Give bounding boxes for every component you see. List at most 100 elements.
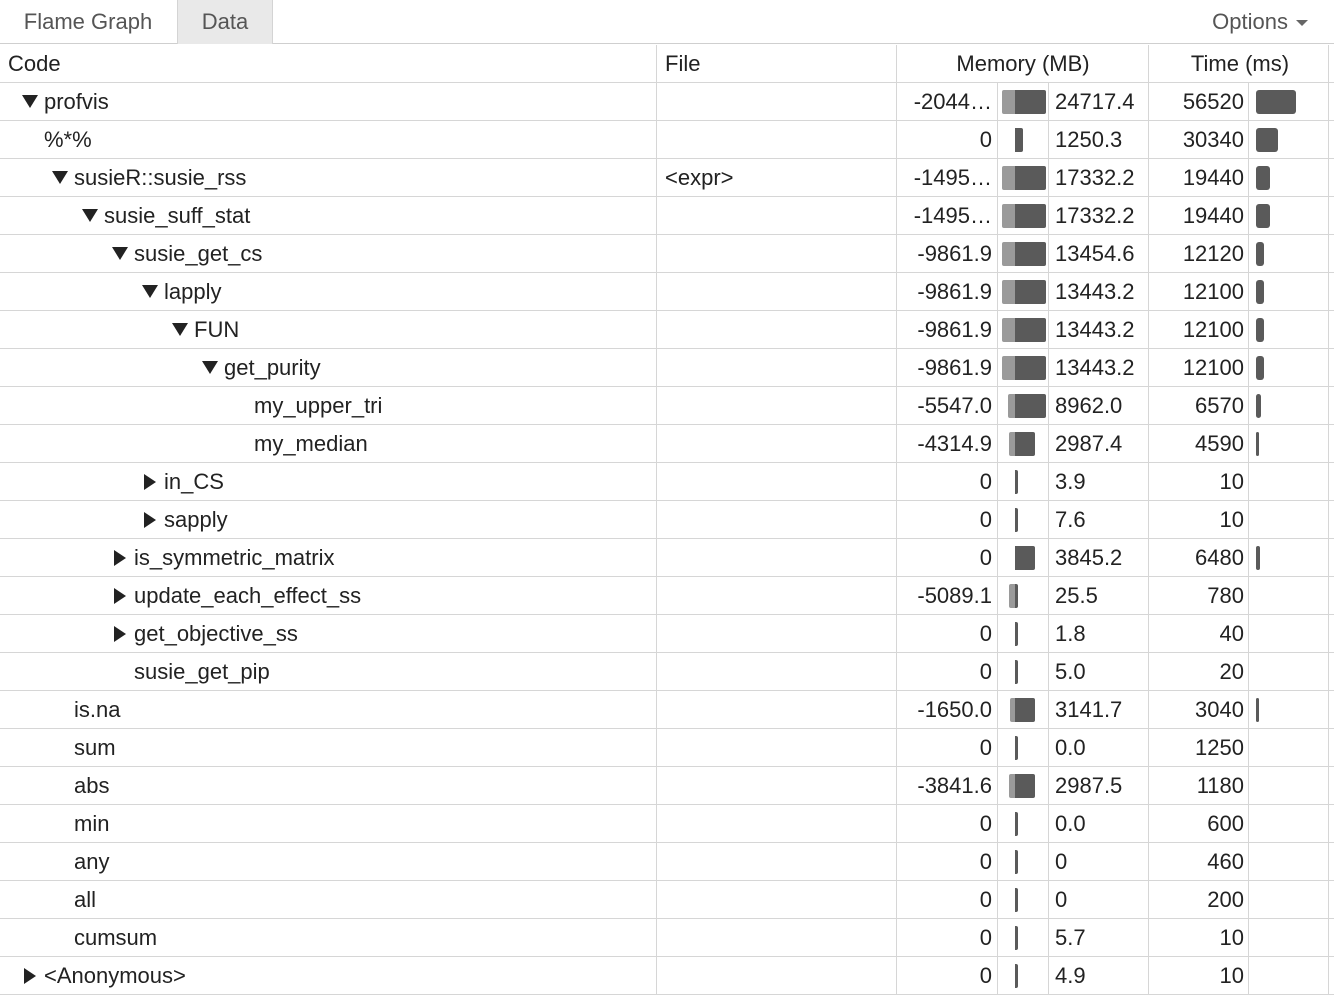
memory-allocated-bar xyxy=(1015,242,1046,266)
memory-freed-bar xyxy=(1002,204,1015,228)
table-row[interactable]: sapply 0 7.6 10 xyxy=(0,501,1334,539)
collapsed-triangle-icon[interactable] xyxy=(110,539,130,577)
column-header-memory[interactable]: Memory (MB) xyxy=(898,45,1148,83)
table-row[interactable]: min 0 0.0 600 xyxy=(0,805,1334,843)
memory-allocated-bar xyxy=(1015,432,1035,456)
table-row[interactable]: FUN -9861.9 13443.2 12100 xyxy=(0,311,1334,349)
time-value: 20 xyxy=(1219,659,1244,684)
memory-allocated-bar xyxy=(1015,166,1046,190)
triangle-right-icon xyxy=(114,587,126,604)
time-bar xyxy=(1256,432,1259,456)
memory-allocated-bar xyxy=(1015,698,1035,722)
table-row[interactable]: my_median -4314.9 2987.4 4590 xyxy=(0,425,1334,463)
file-cell xyxy=(665,83,895,121)
expanded-triangle-icon[interactable] xyxy=(50,159,70,197)
table-row[interactable]: is.na -1650.0 3141.7 3040 xyxy=(0,691,1334,729)
table-row[interactable]: <Anonymous> 0 4.9 10 xyxy=(0,957,1334,995)
expanded-triangle-icon[interactable] xyxy=(110,235,130,273)
table-row[interactable]: sum 0 0.0 1250 xyxy=(0,729,1334,767)
table-row[interactable]: update_each_effect_ss -5089.1 25.5 780 xyxy=(0,577,1334,615)
time-value: 19440 xyxy=(1182,165,1244,190)
file-cell xyxy=(665,197,895,235)
expanded-triangle-icon[interactable] xyxy=(140,273,160,311)
triangle-down-icon xyxy=(112,247,128,261)
table-row[interactable]: abs -3841.6 2987.5 1180 xyxy=(0,767,1334,805)
collapsed-triangle-icon[interactable] xyxy=(110,577,130,615)
column-header-code[interactable]: Code xyxy=(8,45,61,83)
expanded-triangle-icon[interactable] xyxy=(170,311,190,349)
function-name: is.na xyxy=(74,697,121,722)
file-cell xyxy=(665,653,895,691)
table-row[interactable]: susie_get_pip 0 5.0 20 xyxy=(0,653,1334,691)
collapsed-triangle-icon[interactable] xyxy=(20,957,40,995)
table-row[interactable]: is_symmetric_matrix 0 3845.2 6480 xyxy=(0,539,1334,577)
code-cell: is.na xyxy=(0,691,656,729)
time-value: 19440 xyxy=(1182,203,1244,228)
table-row[interactable]: profvis -2044… 24717.4 56520 xyxy=(0,83,1334,121)
code-cell: any xyxy=(0,843,656,881)
table-row[interactable]: susieR::susie_rss <expr> -1495… 17332.2 1944… xyxy=(0,159,1334,197)
memory-allocated-bar xyxy=(1015,280,1046,304)
memory-allocated-value: 4.9 xyxy=(1055,963,1086,988)
column-divider xyxy=(1328,45,1329,995)
time-value: 6480 xyxy=(1195,545,1244,570)
time-bar xyxy=(1256,318,1264,342)
column-header-time[interactable]: Time (ms) xyxy=(1150,45,1330,83)
tab-data[interactable]: Data xyxy=(177,0,273,44)
triangle-down-icon xyxy=(172,323,188,337)
memory-allocated-bar xyxy=(1015,622,1018,646)
table-row[interactable]: get_purity -9861.9 13443.2 12100 xyxy=(0,349,1334,387)
options-menu-button[interactable]: Options xyxy=(1212,0,1308,44)
time-value: 780 xyxy=(1207,583,1244,608)
row-divider xyxy=(0,462,1334,463)
memory-allocated-bar xyxy=(1015,660,1018,684)
time-value: 30340 xyxy=(1182,127,1244,152)
table-row[interactable]: my_upper_tri -5547.0 8962.0 6570 xyxy=(0,387,1334,425)
expanded-triangle-icon[interactable] xyxy=(80,197,100,235)
row-divider xyxy=(0,424,1334,425)
table-row[interactable]: any 0 0 460 xyxy=(0,843,1334,881)
column-header-file[interactable]: File xyxy=(665,45,700,83)
expanded-triangle-icon[interactable] xyxy=(20,83,40,121)
table-row[interactable]: in_CS 0 3.9 10 xyxy=(0,463,1334,501)
expanded-triangle-icon[interactable] xyxy=(200,349,220,387)
triangle-right-icon xyxy=(114,625,126,642)
memory-allocated-value: 13454.6 xyxy=(1055,241,1135,266)
table-row[interactable]: cumsum 0 5.7 10 xyxy=(0,919,1334,957)
table-row[interactable]: %*% 0 1250.3 30340 xyxy=(0,121,1334,159)
function-name: in_CS xyxy=(164,469,224,494)
column-divider xyxy=(997,83,998,995)
memory-allocated-value: 0 xyxy=(1055,849,1068,874)
time-value: 10 xyxy=(1219,469,1244,494)
table-row[interactable]: get_objective_ss 0 1.8 40 xyxy=(0,615,1334,653)
table-row[interactable]: all 0 0 200 xyxy=(0,881,1334,919)
triangle-right-icon xyxy=(24,967,36,984)
memory-allocated-bar xyxy=(1015,318,1046,342)
tab-flame-graph[interactable]: Flame Graph xyxy=(0,0,176,44)
time-bar xyxy=(1256,166,1270,190)
function-name: my_median xyxy=(254,431,368,456)
table-row[interactable]: susie_get_cs -9861.9 13454.6 12120 xyxy=(0,235,1334,273)
memory-freed-value: 0 xyxy=(979,469,992,494)
table-row[interactable]: lapply -9861.9 13443.2 12100 xyxy=(0,273,1334,311)
row-divider xyxy=(0,82,1334,83)
memory-allocated-bar xyxy=(1015,736,1018,760)
memory-freed-bar xyxy=(1002,166,1015,190)
file-cell xyxy=(665,425,895,463)
memory-freed-value: -5089.1 xyxy=(917,583,992,608)
memory-freed-value: 0 xyxy=(979,811,992,836)
collapsed-triangle-icon[interactable] xyxy=(140,501,160,539)
table-row[interactable]: susie_suff_stat -1495… 17332.2 19440 xyxy=(0,197,1334,235)
file-cell xyxy=(665,387,895,425)
memory-allocated-bar xyxy=(1015,888,1018,912)
memory-freed-value: -9861.9 xyxy=(917,279,992,304)
collapsed-triangle-icon[interactable] xyxy=(140,463,160,501)
code-cell: my_upper_tri xyxy=(0,387,656,425)
memory-allocated-bar xyxy=(1015,128,1023,152)
row-divider xyxy=(0,500,1334,501)
column-divider xyxy=(1148,45,1149,995)
memory-allocated-value: 3845.2 xyxy=(1055,545,1123,570)
collapsed-triangle-icon[interactable] xyxy=(110,615,130,653)
function-name: min xyxy=(74,811,110,836)
memory-allocated-value: 13443.2 xyxy=(1055,279,1135,304)
